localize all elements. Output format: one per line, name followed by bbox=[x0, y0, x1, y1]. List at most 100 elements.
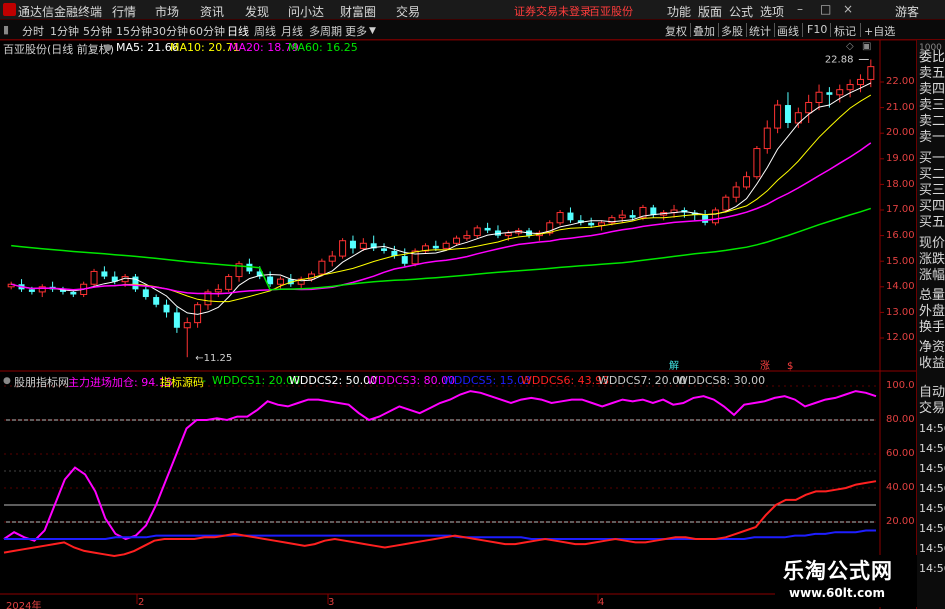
x-tick: 2024年 bbox=[6, 601, 42, 609]
candle-body bbox=[836, 89, 844, 96]
candle-body bbox=[774, 104, 782, 129]
x-tick: 3 bbox=[328, 597, 335, 608]
candle-body bbox=[432, 245, 439, 249]
ma60-line bbox=[11, 207, 872, 291]
x-tick: 2 bbox=[138, 597, 145, 608]
wddcs5-value: WDDCS5: 15.03 bbox=[443, 374, 532, 387]
ma20-line bbox=[11, 142, 872, 295]
candle-body bbox=[556, 212, 564, 224]
wddcs7-value: WDDCS7: 20.00 bbox=[598, 374, 687, 387]
indicator-source-link[interactable]: 指标源码 bbox=[160, 374, 204, 390]
watermark-title: 乐淘公式网 bbox=[783, 559, 893, 583]
candle-body bbox=[349, 240, 356, 249]
candle-body bbox=[401, 256, 408, 264]
wddcs8-value: WDDCS8: 30.00 bbox=[677, 374, 766, 387]
wddcs6-value: WDDCS6: 43.93 bbox=[521, 374, 610, 387]
candle-body bbox=[732, 186, 740, 198]
trade-time: 14:56 bbox=[919, 542, 945, 555]
y-tick-indicator: 80.00 bbox=[886, 414, 915, 425]
x-tick: 4 bbox=[598, 597, 605, 608]
panel-label: 买三 bbox=[919, 183, 945, 198]
indicator-header: ● 股朋指标网 主力进场加仓: 94.15 指标源码 - WDDCS1: 20.… bbox=[3, 374, 766, 390]
candle-body bbox=[856, 78, 864, 86]
indicator-settings-icon[interactable]: ● bbox=[3, 376, 11, 386]
chart-canvas[interactable]: 22.88 ←11.25 解 涨 $ bbox=[0, 0, 916, 609]
panel-label: 卖三 bbox=[919, 98, 945, 113]
panel-label: 卖二 bbox=[919, 114, 945, 129]
candle-body bbox=[214, 288, 222, 293]
y-tick-main: 21.00 bbox=[886, 102, 915, 113]
candle-body bbox=[28, 289, 35, 292]
candle-body bbox=[173, 312, 180, 328]
panel-label[interactable]: 自动 bbox=[919, 385, 945, 400]
wddcs2-value: WDDCS2: 50.00 bbox=[289, 374, 378, 387]
high-price-label: 22.88 bbox=[825, 54, 854, 65]
candle-body bbox=[442, 242, 450, 249]
marker-limit-up: 涨 bbox=[760, 360, 770, 372]
candle-body bbox=[225, 276, 233, 290]
y-tick-indicator: 60.00 bbox=[886, 448, 915, 459]
y-tick-main: 18.00 bbox=[886, 179, 915, 190]
candle-body bbox=[753, 148, 761, 178]
candle-body bbox=[722, 196, 730, 211]
candle-body bbox=[815, 91, 823, 103]
candle-body bbox=[473, 227, 481, 237]
candle-body bbox=[359, 242, 367, 249]
candle-body bbox=[142, 289, 149, 298]
y-tick-main: 14.00 bbox=[886, 281, 915, 292]
panel-label: 总量 bbox=[919, 288, 945, 303]
wddcs1-value: WDDCS1: 20.00 bbox=[212, 374, 301, 387]
panel-label[interactable]: 交易 bbox=[919, 401, 945, 416]
candle-body bbox=[588, 222, 595, 226]
panel-label: 净资 bbox=[919, 340, 945, 355]
panel-label: 买一 bbox=[919, 151, 945, 166]
quote-side-panel: 1000 委比 卖五 卖四 卖三 卖二 卖一 买一 买二 买三 买四 买五 现价… bbox=[916, 40, 945, 609]
candle-body bbox=[339, 240, 347, 257]
indicator-series-line bbox=[3, 390, 877, 542]
candle-body bbox=[101, 271, 108, 277]
ma5-line bbox=[11, 82, 872, 315]
panel-label: 涨跌 bbox=[919, 252, 945, 267]
y-tick-main: 19.00 bbox=[886, 153, 915, 164]
marker-unlock: 解 bbox=[669, 359, 679, 372]
ma10-line bbox=[11, 94, 872, 303]
indicator-name: 股朋指标网 bbox=[14, 376, 69, 389]
y-tick-main: 12.00 bbox=[886, 332, 915, 343]
candle-body bbox=[826, 92, 833, 95]
panel-label: 外盘 bbox=[919, 304, 945, 319]
candle-body bbox=[70, 291, 77, 295]
watermark: 乐淘公式网 www.60lt.com bbox=[775, 555, 917, 607]
candle-body bbox=[598, 222, 606, 226]
trade-time: 14:56 bbox=[919, 442, 945, 455]
watermark-url: www.60lt.com bbox=[789, 586, 886, 600]
trade-time: 14:56 bbox=[919, 482, 945, 495]
candle-body bbox=[276, 278, 284, 285]
candle-body bbox=[867, 66, 875, 80]
candle-body bbox=[629, 215, 636, 218]
panel-label: 现价 bbox=[919, 236, 945, 251]
candle-body bbox=[328, 255, 336, 262]
panel-label: 涨幅 bbox=[919, 268, 945, 283]
candle-body bbox=[702, 215, 709, 223]
candle-body bbox=[846, 84, 854, 91]
trade-time: 14:56 bbox=[919, 422, 945, 435]
marker-dollar: $ bbox=[787, 361, 793, 372]
candle-body bbox=[763, 127, 771, 150]
panel-label: 买二 bbox=[919, 167, 945, 182]
indicator-main-value: 主力进场加仓: 94.15 bbox=[68, 376, 173, 389]
y-tick-main: 20.00 bbox=[886, 127, 915, 138]
y-tick-main: 15.00 bbox=[886, 256, 915, 267]
panel-label: 换手 bbox=[919, 320, 945, 335]
candle-body bbox=[618, 214, 626, 219]
y-tick-indicator: 40.00 bbox=[886, 482, 915, 493]
candle-body bbox=[463, 235, 471, 239]
candle-body bbox=[381, 248, 388, 251]
y-tick-main: 13.00 bbox=[886, 307, 915, 318]
candle-body bbox=[163, 304, 170, 313]
candle-body bbox=[183, 322, 191, 329]
trade-time: 14:56 bbox=[919, 522, 945, 535]
candle-body bbox=[784, 105, 791, 123]
panel-label: 卖四 bbox=[919, 82, 945, 97]
candle-body bbox=[805, 101, 813, 114]
candle-body bbox=[743, 176, 751, 188]
